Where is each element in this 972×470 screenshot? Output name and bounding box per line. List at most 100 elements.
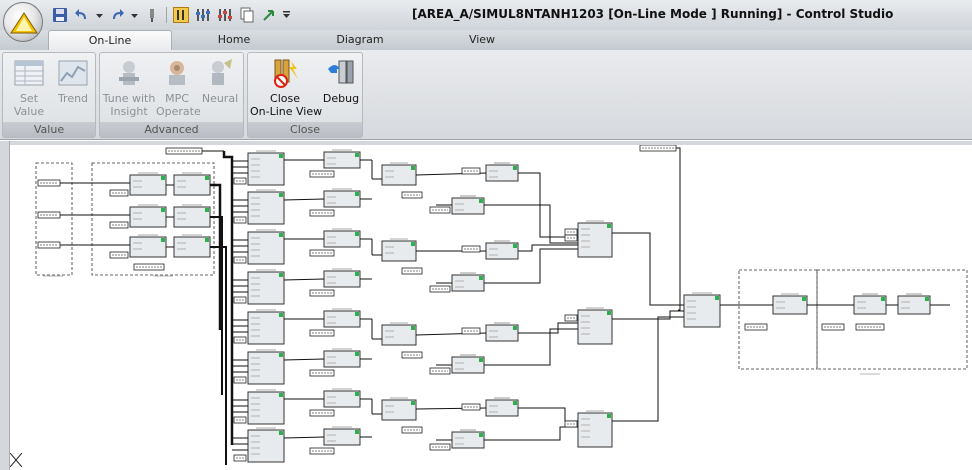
block-status-indicator[interactable] — [161, 208, 165, 212]
block-status-indicator[interactable] — [355, 232, 359, 236]
block-status-indicator[interactable] — [925, 297, 929, 301]
block-status-indicator[interactable] — [513, 326, 517, 330]
block-status-indicator[interactable] — [513, 244, 517, 248]
block-status-indicator[interactable] — [279, 353, 283, 357]
function-block[interactable] — [173, 174, 211, 196]
block-status-indicator[interactable] — [355, 392, 359, 396]
close-online-view-button[interactable]: Close On-Line View — [250, 57, 322, 118]
set-value-button[interactable]: Set Value — [9, 57, 49, 118]
function-block[interactable] — [247, 351, 285, 385]
function-block[interactable] — [323, 310, 361, 328]
redo-icon[interactable] — [109, 7, 125, 23]
block-status-indicator[interactable] — [411, 401, 415, 405]
connection-wire — [518, 244, 578, 252]
tools-icon[interactable] — [195, 7, 211, 23]
function-block[interactable] — [323, 270, 361, 288]
function-block[interactable] — [772, 295, 808, 315]
tools-icon[interactable] — [217, 7, 233, 23]
function-block[interactable] — [577, 412, 613, 448]
function-block[interactable] — [173, 206, 211, 228]
block-status-indicator[interactable] — [513, 166, 517, 170]
block-status-indicator[interactable] — [479, 276, 483, 280]
block-status-indicator[interactable] — [479, 358, 483, 362]
block-status-indicator[interactable] — [279, 193, 283, 197]
block-status-indicator[interactable] — [411, 242, 415, 246]
tab-on-line[interactable]: On-Line — [48, 30, 172, 50]
function-block[interactable] — [247, 311, 285, 345]
diagram-canvas[interactable] — [0, 141, 972, 470]
function-block[interactable] — [323, 428, 361, 446]
function-block-diagram[interactable] — [10, 145, 972, 470]
block-status-indicator[interactable] — [355, 312, 359, 316]
tab-home[interactable]: Home — [196, 30, 272, 50]
group-advanced: Tune with Insight MPC Operate Neural Adv… — [99, 52, 244, 138]
block-status-indicator[interactable] — [513, 401, 517, 405]
tools-icon[interactable] — [173, 7, 189, 23]
dropdown-icon[interactable] — [96, 7, 103, 23]
function-block[interactable] — [247, 391, 285, 425]
function-block[interactable] — [381, 399, 417, 421]
block-status-indicator[interactable] — [607, 224, 611, 228]
function-block[interactable] — [247, 429, 285, 463]
block-status-indicator[interactable] — [479, 433, 483, 437]
function-block[interactable] — [129, 236, 167, 258]
function-block[interactable] — [129, 174, 167, 196]
pin-icon[interactable] — [144, 7, 160, 23]
function-block[interactable] — [323, 350, 361, 368]
block-status-indicator[interactable] — [161, 176, 165, 180]
function-block[interactable] — [381, 164, 417, 186]
block-status-indicator[interactable] — [279, 393, 283, 397]
block-status-indicator[interactable] — [355, 192, 359, 196]
function-block[interactable] — [323, 390, 361, 408]
block-status-indicator[interactable] — [161, 238, 165, 242]
tab-diagram[interactable]: Diagram — [322, 30, 398, 50]
block-status-indicator[interactable] — [355, 153, 359, 157]
function-block[interactable] — [683, 294, 721, 328]
function-block[interactable] — [129, 206, 167, 228]
function-block[interactable] — [323, 151, 361, 169]
block-status-indicator[interactable] — [279, 154, 283, 158]
trend-button[interactable]: Trend — [53, 57, 93, 105]
block-status-indicator[interactable] — [205, 176, 209, 180]
block-status-indicator[interactable] — [279, 313, 283, 317]
block-status-indicator[interactable] — [479, 199, 483, 203]
block-status-indicator[interactable] — [607, 414, 611, 418]
block-status-indicator[interactable] — [205, 208, 209, 212]
debug-button[interactable]: Debug — [320, 57, 362, 105]
block-status-indicator[interactable] — [355, 272, 359, 276]
tune-with-insight-button[interactable]: Tune with Insight — [102, 57, 156, 118]
arrow-icon[interactable] — [261, 7, 277, 23]
function-block[interactable] — [381, 240, 417, 262]
block-status-indicator[interactable] — [279, 431, 283, 435]
app-menu-button[interactable] — [3, 2, 43, 42]
function-block[interactable] — [247, 152, 285, 186]
function-block[interactable] — [247, 191, 285, 225]
block-status-indicator[interactable] — [279, 233, 283, 237]
function-block[interactable] — [247, 271, 285, 305]
function-block[interactable] — [247, 231, 285, 265]
function-block[interactable] — [173, 236, 211, 258]
dropdown-icon[interactable] — [283, 7, 290, 23]
save-icon[interactable] — [52, 7, 68, 23]
block-status-indicator[interactable] — [411, 166, 415, 170]
neural-button[interactable]: Neural — [198, 57, 242, 105]
function-block[interactable] — [323, 230, 361, 248]
block-status-indicator[interactable] — [355, 352, 359, 356]
function-block[interactable] — [381, 324, 417, 346]
block-status-indicator[interactable] — [411, 326, 415, 330]
function-block[interactable] — [577, 309, 613, 345]
block-status-indicator[interactable] — [715, 296, 719, 300]
block-status-indicator[interactable] — [205, 238, 209, 242]
block-status-indicator[interactable] — [881, 297, 885, 301]
block-status-indicator[interactable] — [607, 311, 611, 315]
dropdown-icon[interactable] — [131, 7, 138, 23]
block-status-indicator[interactable] — [802, 297, 806, 301]
function-block[interactable] — [577, 222, 613, 258]
tab-view[interactable]: View — [444, 30, 520, 50]
copy-icon[interactable] — [239, 7, 255, 23]
undo-icon[interactable] — [74, 7, 90, 23]
mpc-operate-button[interactable]: MPC Operate — [156, 57, 201, 118]
block-status-indicator[interactable] — [355, 430, 359, 434]
function-block[interactable] — [323, 190, 361, 208]
block-status-indicator[interactable] — [279, 273, 283, 277]
